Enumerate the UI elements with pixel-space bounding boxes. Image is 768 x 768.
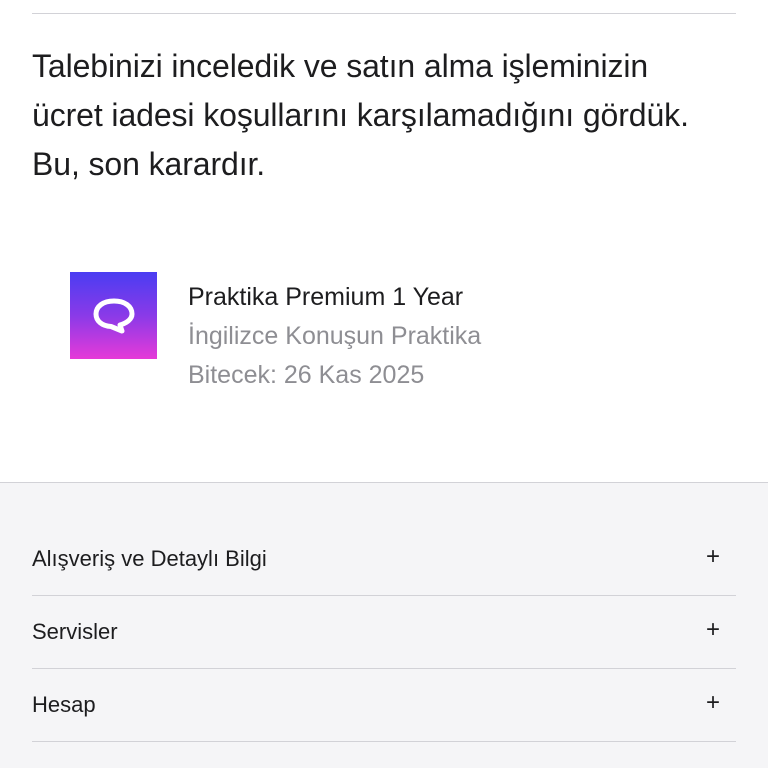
accordion-account[interactable]: Hesap +	[32, 669, 736, 742]
top-divider	[32, 13, 736, 14]
accordion-services[interactable]: Servisler +	[32, 596, 736, 669]
decision-message: Talebinizi inceledik ve satın alma işlem…	[32, 42, 742, 189]
app-icon	[70, 272, 157, 359]
message-line-2: ücret iadesi koşullarını karşılamadığını…	[32, 97, 689, 133]
accordion-label: Alışveriş ve Detaylı Bilgi	[32, 546, 267, 571]
subscription-title: Praktika Premium 1 Year	[188, 283, 464, 311]
purchase-details: Praktika Premium 1 Year İngilizce Konuşu…	[188, 278, 481, 395]
app-name: İngilizce Konuşun Praktika	[188, 322, 482, 350]
expiry-date: Bitecek: 26 Kas 2025	[188, 361, 425, 389]
plus-icon[interactable]: +	[706, 616, 720, 644]
chat-bubble-icon	[93, 298, 134, 333]
plus-icon[interactable]: +	[706, 543, 720, 571]
message-line-1: Talebinizi inceledik ve satın alma işlem…	[32, 48, 649, 84]
plus-icon[interactable]: +	[706, 689, 720, 717]
message-line-3: Bu, son karardır.	[32, 146, 266, 182]
footer: Alışveriş ve Detaylı Bilgi + Servisler +…	[0, 482, 768, 768]
footer-accordion: Alışveriş ve Detaylı Bilgi + Servisler +…	[32, 523, 736, 742]
accordion-shopping-info[interactable]: Alışveriş ve Detaylı Bilgi +	[32, 523, 736, 596]
accordion-label: Hesap	[32, 692, 96, 717]
accordion-label: Servisler	[32, 619, 118, 644]
purchase-item: Praktika Premium 1 Year İngilizce Konuşu…	[70, 272, 670, 389]
refund-decision-page: Talebinizi inceledik ve satın alma işlem…	[0, 0, 768, 768]
